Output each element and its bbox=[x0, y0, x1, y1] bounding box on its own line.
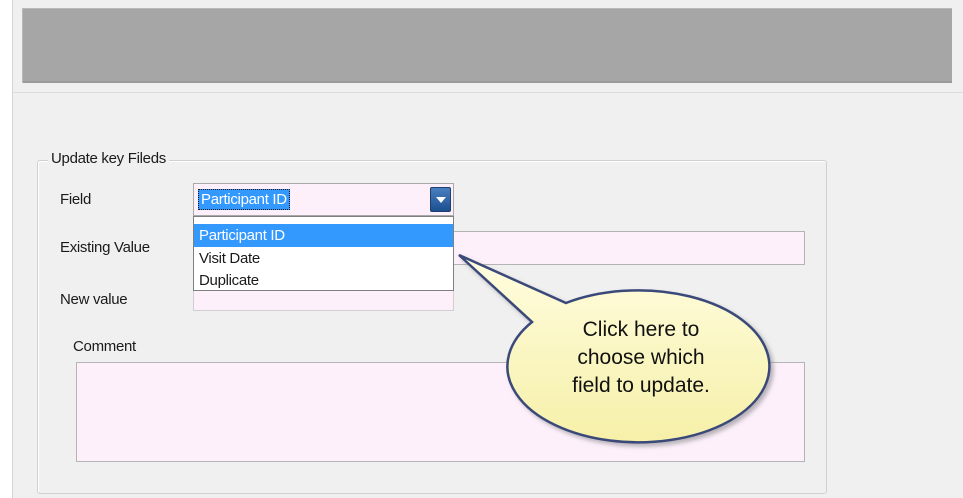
callout-text: Click here to choose which field to upda… bbox=[523, 316, 759, 400]
callout-line-2: choose which bbox=[577, 346, 705, 369]
callout-line-3: field to update. bbox=[572, 374, 710, 397]
callout-line-1: Click here to bbox=[582, 318, 700, 341]
callout-bubble bbox=[458, 253, 771, 444]
